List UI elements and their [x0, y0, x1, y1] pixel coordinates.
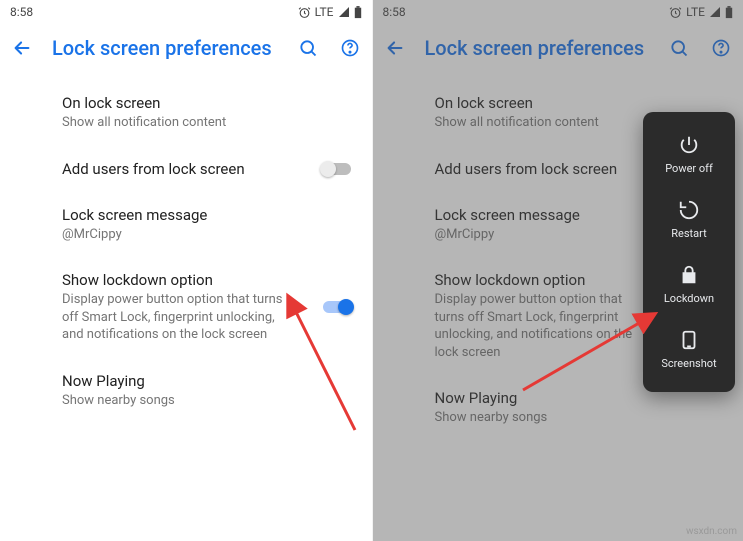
item-show-lockdown[interactable]: Show lockdown option Display power butto… — [0, 257, 372, 358]
power-off-label: Power off — [665, 162, 713, 175]
item-lock-message[interactable]: Lock screen message @MrCippy — [0, 192, 372, 258]
item-sub: Show nearby songs — [435, 409, 682, 427]
item-label: Now Playing — [62, 372, 310, 390]
page-title: Lock screen preferences — [425, 36, 650, 60]
signal-icon — [709, 6, 721, 18]
status-bar: 8:58 LTE — [373, 0, 743, 24]
battery-icon — [725, 6, 733, 19]
item-sub: @MrCippy — [62, 226, 310, 244]
item-sub: Show all notification content — [62, 114, 310, 132]
help-icon[interactable] — [709, 36, 733, 60]
search-icon[interactable] — [667, 36, 691, 60]
lock-icon — [678, 264, 700, 286]
item-label: Show lockdown option — [62, 271, 310, 289]
battery-icon — [354, 6, 362, 19]
item-label: On lock screen — [62, 94, 310, 112]
signal-icon — [338, 6, 350, 18]
screenshot-button[interactable]: Screenshot — [643, 317, 735, 382]
status-bar: 8:58 LTE — [0, 0, 372, 24]
status-icons: LTE — [298, 5, 362, 19]
alarm-icon — [669, 6, 682, 19]
back-icon[interactable] — [383, 36, 407, 60]
app-header: Lock screen preferences — [0, 24, 372, 72]
search-icon[interactable] — [296, 36, 320, 60]
power-icon — [678, 134, 700, 156]
item-sub: Show nearby songs — [62, 392, 310, 410]
item-label: On lock screen — [435, 94, 682, 112]
status-time: 8:58 — [383, 5, 406, 19]
watermark: wsxdn.com — [686, 526, 737, 537]
restart-button[interactable]: Restart — [643, 187, 735, 252]
back-icon[interactable] — [10, 36, 34, 60]
alarm-icon — [298, 6, 311, 19]
screen-left: 8:58 LTE Lock screen preferences On lock — [0, 0, 372, 541]
lockdown-button[interactable]: Lockdown — [643, 252, 735, 317]
item-label: Lock screen message — [62, 206, 310, 224]
power-menu: Power off Restart Lockdown Screenshot — [643, 112, 735, 392]
item-label: Add users from lock screen — [62, 160, 310, 178]
status-icons: LTE — [669, 5, 733, 19]
app-header: Lock screen preferences — [373, 24, 743, 72]
restart-label: Restart — [671, 227, 706, 240]
item-sub: Display power button option that turns o… — [62, 291, 292, 344]
item-label: Now Playing — [435, 389, 682, 407]
screenshot-label: Screenshot — [661, 357, 716, 370]
network-label: LTE — [686, 5, 705, 19]
network-label: LTE — [315, 5, 334, 19]
toggle-show-lockdown[interactable] — [320, 298, 354, 316]
help-icon[interactable] — [338, 36, 362, 60]
power-off-button[interactable]: Power off — [643, 122, 735, 187]
screen-right: 8:58 LTE Lock screen preferences On lock — [372, 0, 743, 541]
page-title: Lock screen preferences — [52, 36, 278, 60]
item-add-users[interactable]: Add users from lock screen — [0, 146, 372, 192]
item-now-playing[interactable]: Now Playing Show nearby songs — [0, 358, 372, 424]
status-time: 8:58 — [10, 5, 33, 19]
item-sub: Display power button option that turns o… — [435, 291, 635, 361]
toggle-add-users[interactable] — [320, 160, 354, 178]
settings-list: On lock screen Show all notification con… — [0, 72, 372, 431]
item-on-lock-screen[interactable]: On lock screen Show all notification con… — [0, 80, 372, 146]
lockdown-label: Lockdown — [664, 292, 714, 305]
restart-icon — [678, 199, 700, 221]
screenshot-icon — [678, 329, 700, 351]
